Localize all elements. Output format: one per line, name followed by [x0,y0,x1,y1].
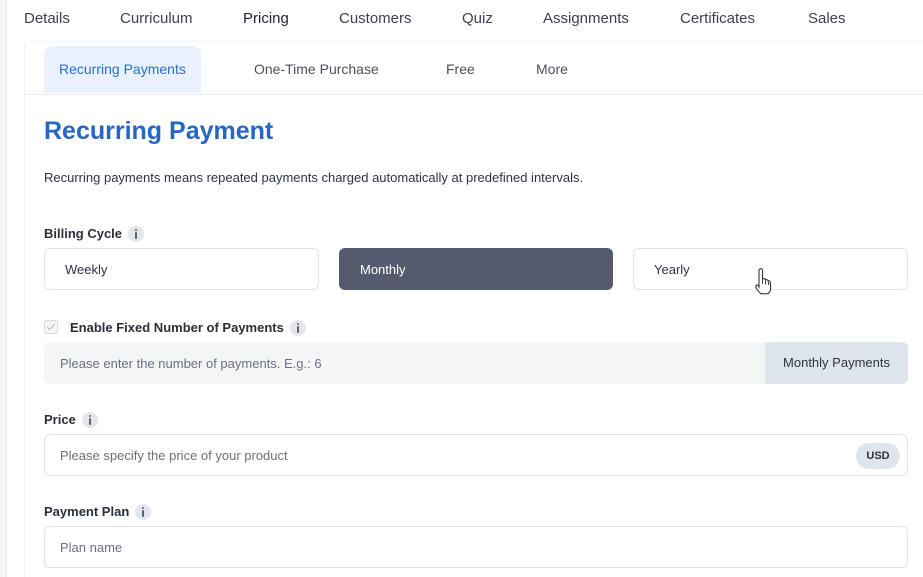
tab-assignments[interactable]: Assignments [543,10,629,27]
tab-pricing[interactable]: Pricing [243,10,289,27]
price-label-text: Price [44,412,76,427]
billing-weekly-button[interactable]: Weekly [44,248,319,290]
tab-details[interactable]: Details [24,10,70,27]
payments-suffix: Monthly Payments [765,342,908,384]
left-divider [6,0,7,577]
fixed-payments-label-text: Enable Fixed Number of Payments [70,320,284,335]
tab-curriculum[interactable]: Curriculum [120,10,193,27]
billing-cycle-label: Billing Cycle [44,225,145,243]
info-icon[interactable] [81,411,98,428]
plan-name-input[interactable] [45,527,905,567]
subtab-recurring-payments[interactable]: Recurring Payments [44,46,201,93]
payment-plan-label: Payment Plan [44,503,152,521]
info-icon[interactable] [289,319,306,336]
currency-badge[interactable]: USD [856,443,900,469]
subtab-more[interactable]: More [536,46,568,93]
hand-cursor-icon [755,268,772,295]
fixed-payments-checkbox[interactable] [44,320,58,334]
top-nav: Details Curriculum Pricing Customers Qui… [0,0,923,40]
tab-customers[interactable]: Customers [339,10,412,27]
billing-monthly-button[interactable]: Monthly [339,248,613,290]
fixed-payments-label: Enable Fixed Number of Payments [70,319,306,337]
tab-quiz[interactable]: Quiz [462,10,493,27]
tab-sales[interactable]: Sales [808,10,846,27]
price-input[interactable] [45,435,845,475]
pricing-subtabs: Recurring Payments One-Time Purchase Fre… [24,46,923,95]
subtab-free[interactable]: Free [446,46,475,93]
billing-cycle-label-text: Billing Cycle [44,226,123,241]
section-title: Recurring Payment [44,117,274,145]
plan-name-field [44,526,908,568]
payments-count-input[interactable] [45,343,765,383]
payment-plan-label-text: Payment Plan [44,504,130,519]
tab-certificates[interactable]: Certificates [680,10,755,27]
subtab-one-time-purchase[interactable]: One-Time Purchase [254,46,379,93]
section-description: Recurring payments means repeated paymen… [44,170,584,185]
price-field: USD [44,434,908,476]
price-label: Price [44,411,98,429]
info-icon[interactable] [128,225,145,242]
info-icon[interactable] [135,503,152,520]
payments-count-field: Monthly Payments [44,342,908,384]
